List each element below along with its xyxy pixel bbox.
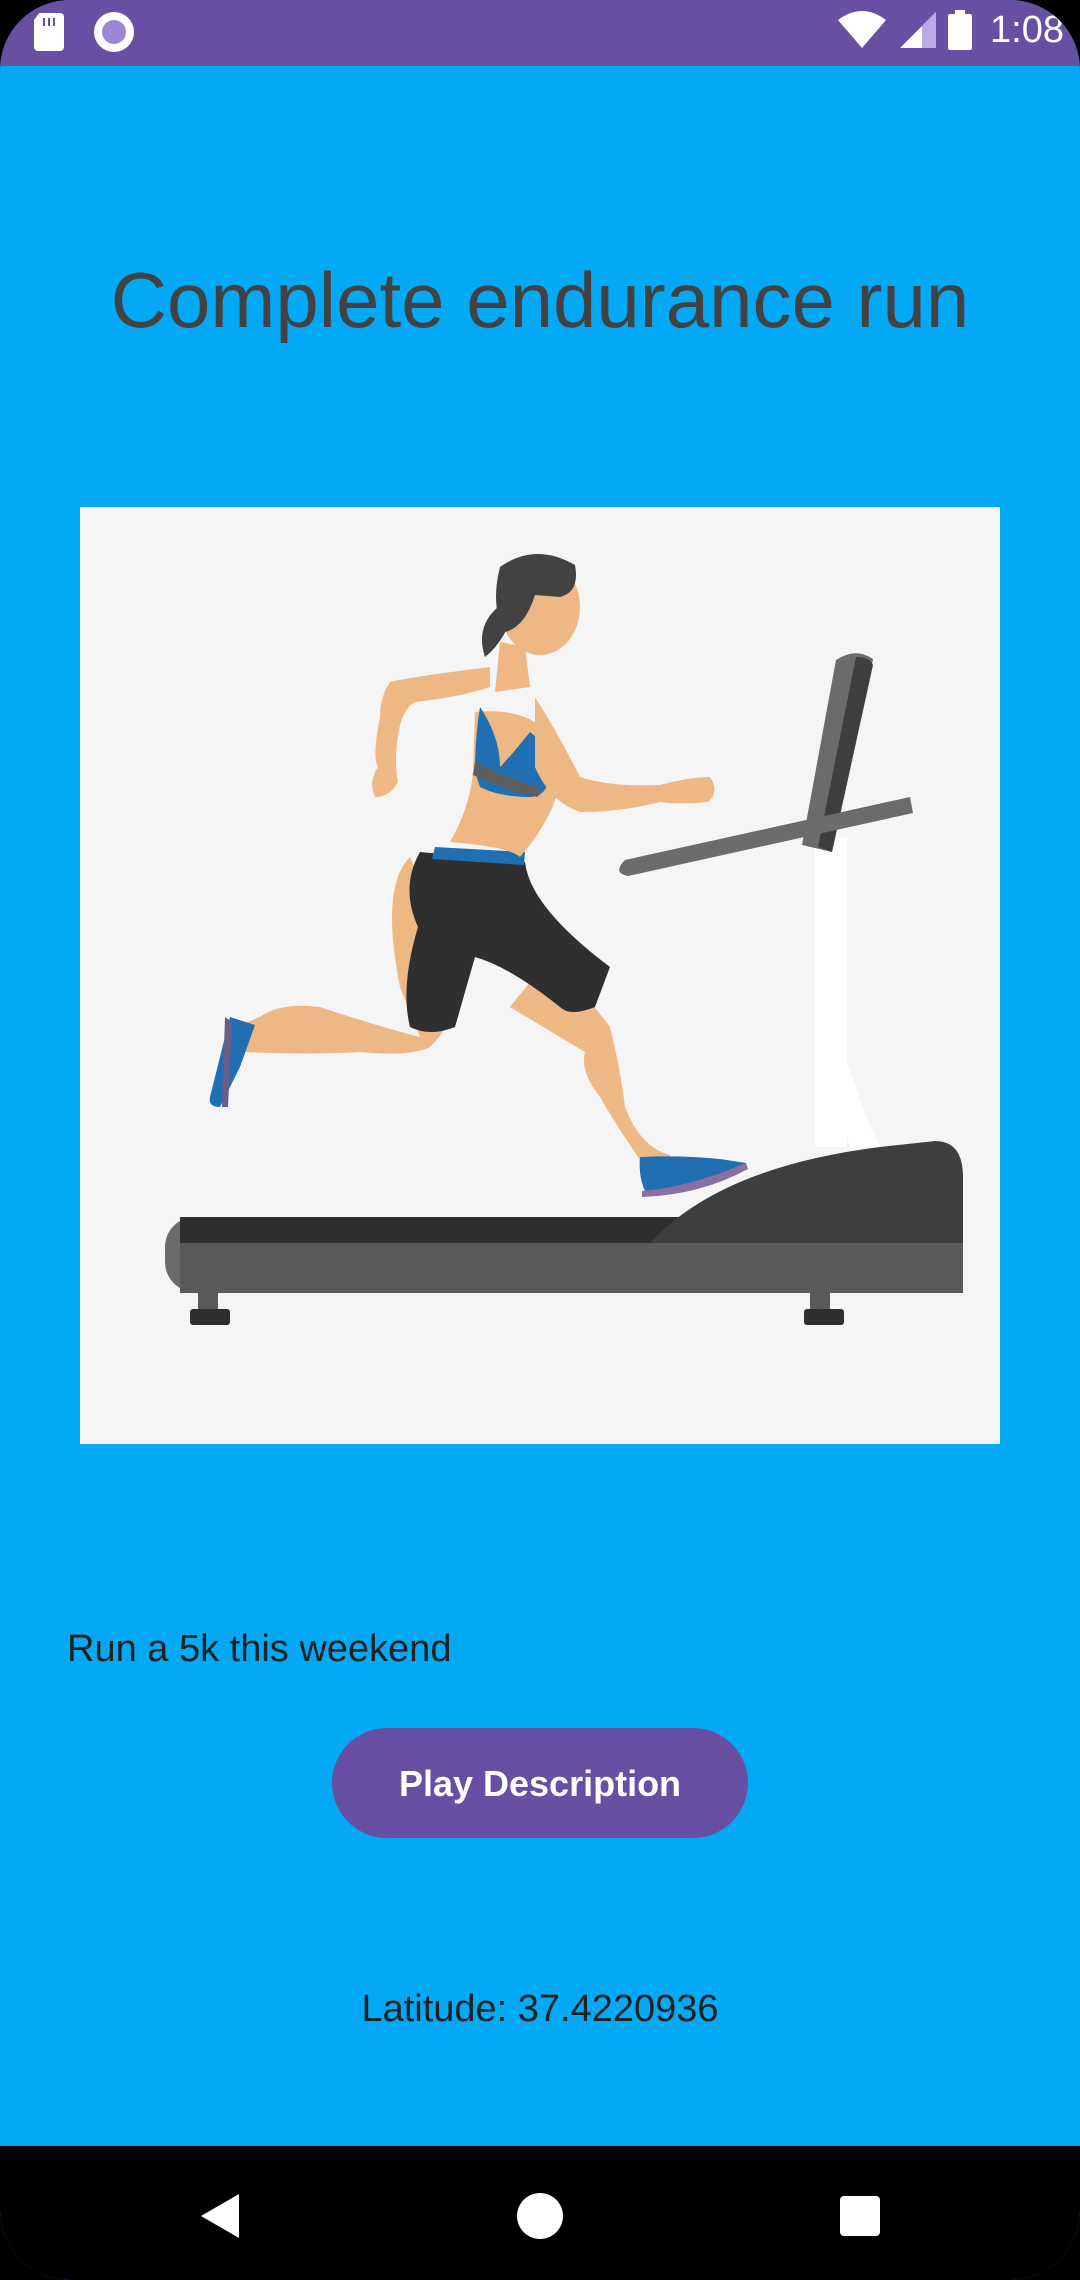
battery-icon xyxy=(948,10,973,50)
app-screen: 1:08 Complete endurance run Run a 5k thi… xyxy=(0,0,1080,2280)
back-icon xyxy=(201,2194,239,2238)
page-title: Complete endurance run xyxy=(110,256,970,344)
recents-button[interactable] xyxy=(810,2166,910,2266)
exercise-image xyxy=(80,507,1000,1444)
recents-icon xyxy=(840,2196,880,2236)
navigation-bar xyxy=(0,2146,1080,2280)
latitude-text: Latitude: 37.4220936 xyxy=(361,1988,719,2030)
play-description-button[interactable]: Play Description xyxy=(332,1728,748,1838)
sd-card-icon xyxy=(34,13,64,51)
signal-icon xyxy=(900,12,937,48)
home-icon xyxy=(517,2193,563,2239)
wifi-icon xyxy=(838,11,887,48)
description-text: Run a 5k this weekend xyxy=(67,1628,452,1670)
status-left-icons xyxy=(34,12,134,52)
record-icon xyxy=(94,12,134,52)
home-button[interactable] xyxy=(490,2166,590,2266)
treadmill-runner-illustration xyxy=(165,553,963,1325)
status-right-icons: 1:08 xyxy=(836,8,1064,52)
clock: 1:08 xyxy=(990,9,1064,51)
status-bar: 1:08 xyxy=(0,0,1080,66)
back-button[interactable] xyxy=(170,2166,270,2266)
